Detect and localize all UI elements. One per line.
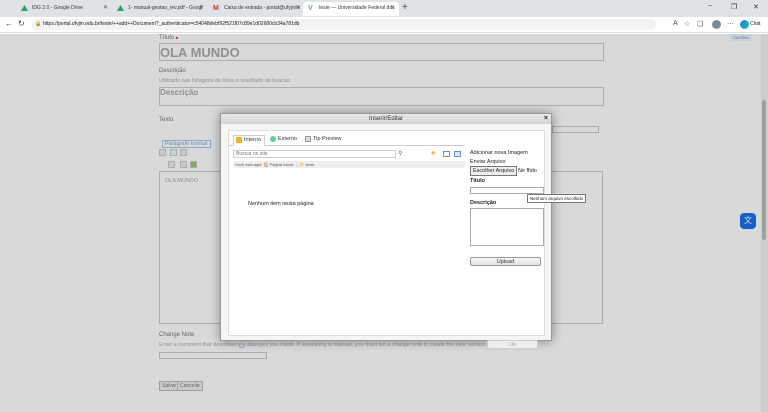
maximize-button[interactable]: ❐	[731, 3, 737, 11]
address-bar-row: ← ↻ 🔒 https://portal.ufvjm.edu.br/teste/…	[0, 17, 768, 33]
site-search-input[interactable]: Buscar no site	[233, 150, 396, 158]
read-aloud-icon[interactable]: A	[673, 20, 678, 27]
globe-icon	[270, 136, 276, 142]
grid-view-icon[interactable]	[454, 151, 461, 157]
footer-upload-link[interactable]: Upload	[239, 342, 262, 348]
close-tab-icon[interactable]: ✕	[199, 2, 204, 15]
tab-teste-active[interactable]: V teste — Universidade Federal dos ✕	[303, 2, 399, 16]
breadcrumb: Você está aqui: 🏠 Página Inicial → 📁 tes…	[233, 161, 465, 168]
upload-icon	[239, 343, 244, 348]
list-view-icon[interactable]	[443, 151, 450, 157]
no-file-tooltip: Nenhum arquivo escolhido	[527, 194, 587, 203]
close-window-button[interactable]: ✕	[753, 3, 759, 11]
close-tab-icon[interactable]: ✕	[295, 2, 300, 15]
google-drive-icon	[117, 5, 124, 11]
new-tab-button[interactable]: +	[402, 2, 408, 14]
send-file-label: Enviar Arquivo	[470, 159, 506, 165]
collections-icon[interactable]: ❏	[697, 20, 703, 28]
image-titulo-input[interactable]	[470, 187, 544, 194]
url-field[interactable]: 🔒 https://portal.ufvjm.edu.br/teste/++ad…	[31, 19, 656, 30]
browser-tab-bar: IDG 2.0 - Google Drive ✕ 1- manual-gesta…	[0, 0, 768, 17]
chat-button[interactable]: Chat	[740, 20, 761, 29]
tab-google-drive[interactable]: IDG 2.0 - Google Drive ✕	[16, 2, 112, 16]
tab-gmail[interactable]: M Caixa de entrada - portal@ufyjm.e ✕	[208, 2, 304, 16]
lock-icon: 🔒	[35, 21, 42, 27]
refresh-icon[interactable]: ↻	[18, 19, 25, 28]
back-arrow-icon[interactable]: ←	[5, 19, 13, 28]
tab-tip-preview[interactable]: Tip Preview	[303, 135, 345, 144]
document-icon	[305, 136, 311, 142]
close-icon[interactable]: ×	[544, 114, 548, 124]
gmail-icon: M	[213, 5, 219, 12]
choose-file-button[interactable]: Escolher Arquivo	[470, 166, 518, 176]
close-tab-icon[interactable]: ✕	[103, 2, 108, 15]
more-icon[interactable]: ⋯	[727, 20, 734, 28]
favorite-star-icon[interactable]: ☆	[684, 20, 690, 28]
image-titulo-label: Título	[470, 178, 485, 184]
profile-avatar[interactable]	[712, 20, 721, 29]
close-tab-icon[interactable]: ✕	[390, 2, 395, 15]
dialog-title-bar: Inserir/Editar ×	[221, 114, 551, 124]
tab-manual-pdf[interactable]: 1- manual-gestao_rev.pdf - Googl ✕	[112, 2, 208, 16]
upload-button[interactable]: Upload	[470, 257, 541, 266]
insert-edit-dialog: Inserir/Editar × Interno Externo Tip Pre…	[220, 113, 587, 349]
image-descricao-textarea[interactable]	[470, 208, 544, 246]
ok-button[interactable]: Ok	[487, 340, 538, 349]
add-image-heading: Adicionar nova Imagem	[470, 150, 528, 156]
home-icon	[236, 137, 242, 143]
empty-list-message: Nenhum item nesta página	[248, 201, 314, 207]
tab-interno[interactable]: Interno	[233, 135, 266, 146]
tab-externo[interactable]: Externo	[268, 135, 300, 144]
favorite-star-icon[interactable]: ★	[430, 149, 436, 157]
ufvjm-icon: V	[308, 5, 313, 12]
search-icon[interactable]: ⚲	[398, 150, 402, 157]
image-descricao-label: Descrição	[470, 200, 497, 206]
dialog-body: Interno Externo Tip Preview Buscar no si…	[228, 130, 587, 349]
minimize-button[interactable]: −	[708, 3, 712, 10]
file-status-text: Ne ffido	[518, 168, 537, 174]
google-drive-icon	[21, 5, 28, 11]
